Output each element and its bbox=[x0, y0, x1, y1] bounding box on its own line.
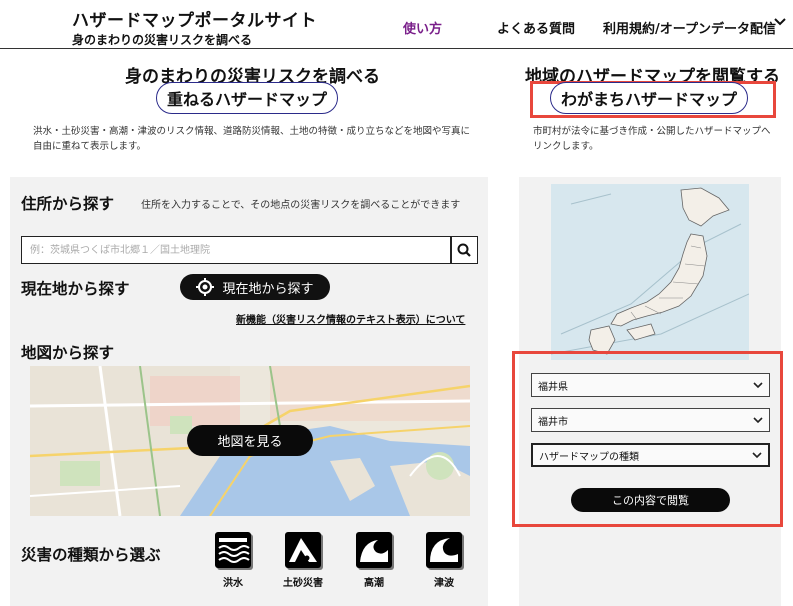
disaster-label-tsunami: 津波 bbox=[434, 578, 454, 589]
disaster-label-flood: 洪水 bbox=[223, 578, 243, 589]
view-map-button[interactable]: 地図を見る bbox=[187, 425, 313, 456]
nav-terms[interactable]: 利用規約/オープンデータ配信 bbox=[603, 18, 776, 37]
disaster-storm-surge-button[interactable]: 高潮 bbox=[344, 532, 404, 589]
disaster-label-storm-surge: 高潮 bbox=[364, 578, 384, 589]
city-select[interactable]: 福井市 bbox=[531, 408, 770, 432]
address-search-hint: 住所を入力することで、その地点の災害リスクを調べることができます bbox=[141, 200, 461, 211]
disaster-flood-button[interactable]: 洪水 bbox=[203, 532, 263, 589]
prefecture-select-value: 福井県 bbox=[538, 381, 568, 393]
address-search-button[interactable] bbox=[451, 236, 478, 264]
disaster-label-landslide: 土砂災害 bbox=[283, 578, 323, 589]
chevron-down-icon bbox=[753, 417, 763, 424]
address-search-input[interactable] bbox=[21, 236, 451, 264]
search-icon bbox=[457, 243, 471, 257]
map-type-select-value: ハザードマップの種類 bbox=[539, 451, 639, 463]
chevron-down-icon[interactable] bbox=[774, 15, 786, 31]
disaster-type-title: 災害の種類から選ぶ bbox=[21, 546, 161, 564]
prefecture-select[interactable]: 福井県 bbox=[531, 373, 770, 397]
chevron-down-icon bbox=[752, 452, 762, 459]
location-search-title: 現在地から探す bbox=[21, 280, 130, 298]
japan-map[interactable] bbox=[551, 184, 749, 360]
current-location-button[interactable]: 現在地から探す bbox=[180, 274, 330, 300]
kasaneru-hazard-map-link[interactable]: 重ねるハザードマップ bbox=[156, 82, 339, 114]
chevron-down-icon bbox=[753, 382, 763, 389]
current-location-button-label: 現在地から探す bbox=[222, 281, 314, 297]
left-section-description: 洪水・土砂災害・高潮・津波のリスク情報、道路防災情報、土地の特徴・成り立ちなどを… bbox=[33, 126, 471, 152]
wagamachi-hazard-map-link[interactable]: わがまちハザードマップ bbox=[550, 82, 749, 114]
address-search-title: 住所から探す bbox=[21, 195, 115, 213]
nav-faq[interactable]: よくある質問 bbox=[497, 18, 575, 37]
tsunami-icon bbox=[426, 532, 462, 568]
flood-icon bbox=[215, 532, 251, 568]
map-type-select[interactable]: ハザードマップの種類 bbox=[531, 443, 770, 467]
disaster-tsunami-button[interactable]: 津波 bbox=[414, 532, 474, 589]
city-select-value: 福井市 bbox=[538, 416, 568, 428]
new-feature-link[interactable]: 新機能（災害リスク情報のテキスト表示）について bbox=[236, 311, 465, 326]
nav-usage[interactable]: 使い方 bbox=[403, 18, 442, 37]
site-title[interactable]: ハザードマップポータルサイト bbox=[72, 6, 317, 31]
site-subtitle: 身のまわりの災害リスクを調べる bbox=[72, 33, 253, 47]
storm-surge-icon bbox=[356, 532, 392, 568]
landslide-icon bbox=[285, 532, 321, 568]
disaster-landslide-button[interactable]: 土砂災害 bbox=[273, 532, 333, 589]
map-search-title: 地図から探す bbox=[21, 344, 115, 362]
browse-button[interactable]: この内容で閲覧 bbox=[571, 488, 730, 512]
right-section-description: 市町村が法令に基づき作成・公開したハザードマップへリンクします。 bbox=[533, 126, 771, 152]
crosshair-icon bbox=[196, 278, 215, 296]
